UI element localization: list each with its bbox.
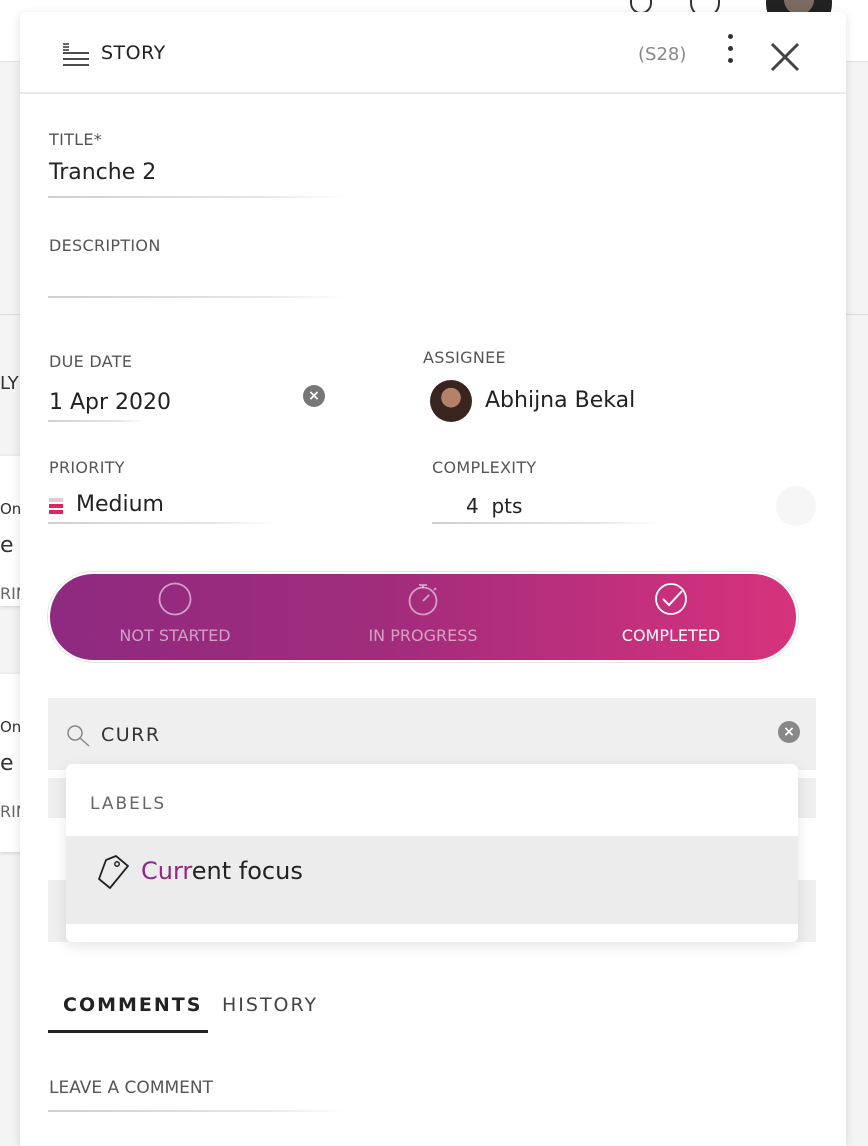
complexity-label: COMPLEXITY [432, 458, 537, 477]
due-date-underline [48, 420, 148, 422]
story-id: (S28) [638, 44, 687, 65]
search-icon [67, 725, 90, 747]
description-underline [48, 296, 348, 298]
tab-comments[interactable]: COMMENTS [63, 994, 202, 1016]
dropdown-header: LABELS [90, 794, 167, 814]
background-divider [0, 314, 20, 315]
description-label: DESCRIPTION [49, 236, 161, 255]
background-text: LY [0, 373, 19, 394]
circle-icon [158, 582, 192, 616]
dropdown-option-current-focus[interactable]: Current focus [66, 836, 798, 924]
clear-search-icon[interactable]: × [778, 721, 800, 743]
complexity-ghost-button [776, 486, 816, 526]
tag-icon [98, 855, 129, 889]
due-date-input[interactable]: 1 Apr 2020 [49, 390, 171, 415]
story-panel: STORY (S28) TITLE* Tranche 2 DESCRIPTION… [20, 12, 846, 1146]
assignee-label: ASSIGNEE [423, 348, 506, 367]
status-in-progress[interactable]: IN PROGRESS [323, 574, 523, 660]
status-completed[interactable]: COMPLETED [571, 574, 771, 660]
label-search-box[interactable]: CURR × [48, 698, 816, 770]
description-input[interactable] [48, 262, 348, 294]
assignee-name[interactable]: Abhijna Bekal [485, 388, 635, 413]
labels-dropdown: LABELS Current focus [66, 764, 798, 942]
status-label: IN PROGRESS [368, 626, 478, 645]
status-label: COMPLETED [621, 626, 721, 645]
option-label: Current focus [141, 857, 303, 885]
panel-title: STORY [101, 42, 166, 64]
priority-underline [48, 522, 278, 524]
option-label-match: Curr [141, 857, 192, 885]
more-options-button[interactable] [720, 34, 740, 68]
priority-label: PRIORITY [49, 458, 125, 477]
check-circle-icon [655, 583, 687, 615]
due-date-label: DUE DATE [49, 352, 133, 371]
panel-header: STORY (S28) [20, 12, 846, 94]
status-toggle: NOT STARTED IN PROGRESS COMPLETED [50, 574, 796, 660]
option-label-rest: ent focus [191, 857, 303, 885]
title-input[interactable]: Tranche 2 [49, 160, 156, 185]
complexity-underline [432, 522, 662, 524]
stopwatch-icon [408, 584, 438, 616]
complexity-input[interactable]: 4 pts [466, 494, 522, 518]
priority-select[interactable]: Medium [76, 492, 164, 517]
status-not-started[interactable]: NOT STARTED [75, 574, 275, 660]
close-button[interactable] [768, 40, 804, 76]
assignee-avatar [430, 380, 472, 422]
status-label: NOT STARTED [119, 626, 231, 645]
active-tab-indicator [48, 1030, 208, 1033]
tab-history[interactable]: HISTORY [222, 994, 318, 1016]
story-icon [63, 43, 89, 66]
priority-medium-icon [49, 498, 63, 516]
comment-input[interactable]: LEAVE A COMMENT [49, 1078, 213, 1098]
title-underline [48, 196, 348, 198]
title-label: TITLE* [49, 130, 103, 149]
search-input[interactable]: CURR [101, 724, 161, 746]
comment-underline [48, 1110, 348, 1112]
background-divider [844, 314, 868, 315]
clear-due-date-icon[interactable]: × [303, 385, 325, 407]
